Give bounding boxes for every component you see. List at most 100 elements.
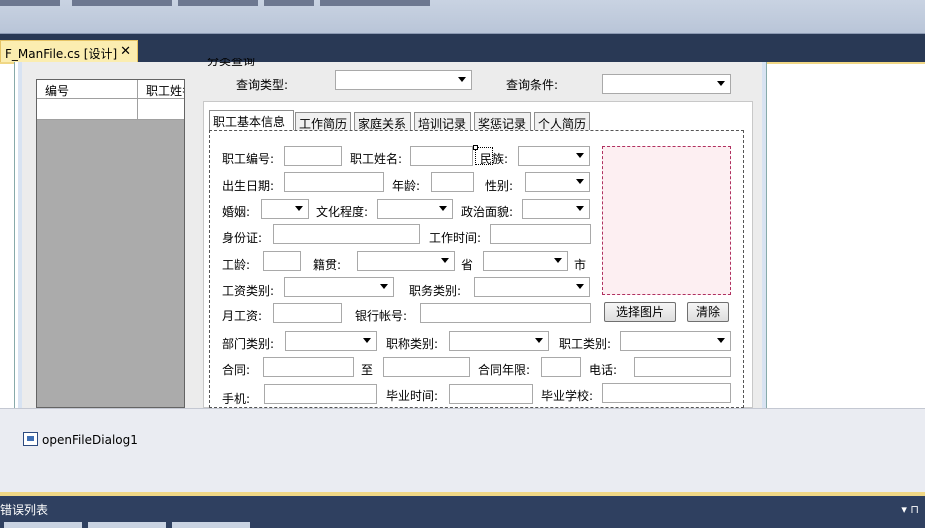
seniority-input[interactable] — [263, 251, 301, 271]
seniority-label: 工龄: — [222, 258, 251, 272]
contract-years-label: 合同年限: — [478, 363, 531, 377]
contract-start-input[interactable] — [263, 357, 354, 377]
grad-time-input[interactable] — [449, 384, 533, 404]
dept-label: 部门类别: — [222, 337, 275, 351]
pin-icon[interactable]: ▾ ⊓ — [901, 503, 919, 516]
document-tab-band — [0, 34, 925, 62]
emp-no-input[interactable] — [284, 146, 342, 166]
grid-header-name[interactable]: 职工姓名 — [138, 80, 184, 99]
contract-years-input[interactable] — [541, 357, 581, 377]
age-input[interactable] — [431, 172, 474, 192]
select-picture-button[interactable]: 选择图片 — [604, 302, 676, 322]
query-type-label: 查询类型: — [236, 78, 289, 92]
grid-header-id[interactable]: 编号 — [37, 80, 138, 99]
emp-no-label: 职工编号: — [222, 152, 275, 166]
phone-label: 电话: — [589, 363, 618, 377]
chevron-down-icon — [717, 81, 725, 86]
chevron-down-icon — [363, 338, 371, 343]
resize-handle[interactable] — [473, 145, 478, 150]
tab-work-history[interactable]: 工作简历 — [295, 112, 351, 131]
chevron-down-icon — [717, 338, 725, 343]
native-select[interactable] — [357, 251, 455, 271]
document-tab-title: F_ManFile.cs [设计] — [5, 47, 118, 61]
duty-type-select[interactable] — [474, 277, 590, 297]
close-icon[interactable]: ✕ — [120, 44, 131, 59]
toolbar-strip[interactable] — [178, 0, 258, 6]
toolbar-strip[interactable] — [72, 0, 172, 6]
education-label: 文化程度: — [316, 205, 369, 219]
mobile-label: 手机: — [222, 392, 251, 406]
nation-select[interactable] — [518, 146, 590, 166]
city-label: 市 — [574, 258, 587, 272]
grid-cell[interactable] — [37, 99, 138, 120]
warning-tab[interactable] — [88, 522, 166, 528]
toolbar-strip[interactable] — [0, 0, 60, 6]
chevron-down-icon — [441, 258, 449, 263]
chevron-down-icon — [295, 206, 303, 211]
wage-type-select[interactable] — [284, 277, 394, 297]
clear-button[interactable]: 清除 — [687, 302, 729, 322]
grad-time-label: 毕业时间: — [386, 389, 439, 403]
idcard-label: 身份证: — [222, 231, 263, 245]
ide-toolbar — [0, 0, 925, 34]
chevron-down-icon — [439, 206, 447, 211]
politics-select[interactable] — [522, 199, 590, 219]
emp-type-select[interactable] — [620, 331, 731, 351]
salary-input[interactable] — [273, 303, 342, 323]
duty-type-label: 职务类别: — [409, 284, 462, 298]
tab-family[interactable]: 家庭关系 — [354, 112, 411, 131]
phone-input[interactable] — [634, 357, 731, 377]
component-tray — [0, 408, 925, 494]
marriage-select[interactable] — [261, 199, 309, 219]
emp-name-label: 职工姓名: — [350, 152, 403, 166]
title-type-label: 职称类别: — [386, 337, 439, 351]
form-border-right — [762, 62, 766, 408]
error-list-title: 错误列表 — [0, 503, 49, 517]
dept-select[interactable] — [285, 331, 377, 351]
province-label: 省 — [461, 258, 474, 272]
chevron-down-icon — [554, 258, 562, 263]
employee-grid[interactable]: 编号 职工姓名 — [36, 79, 185, 408]
title-type-select[interactable] — [449, 331, 549, 351]
component-name: openFileDialog1 — [42, 433, 138, 447]
toolbar-strip[interactable] — [320, 0, 430, 6]
sex-select[interactable] — [525, 172, 590, 192]
error-tab[interactable] — [4, 522, 82, 528]
province-select[interactable] — [483, 251, 568, 271]
emp-name-input[interactable] — [410, 146, 473, 166]
wage-type-label: 工资类别: — [222, 284, 275, 298]
sex-label: 性别: — [485, 179, 514, 193]
work-time-label: 工作时间: — [429, 231, 482, 245]
tab-rewards[interactable]: 奖惩记录 — [474, 112, 531, 131]
chevron-down-icon — [535, 338, 543, 343]
tab-basic-info[interactable]: 职工基本信息 — [209, 110, 294, 131]
chevron-down-icon — [458, 77, 466, 82]
work-time-input[interactable] — [490, 224, 591, 244]
bank-input[interactable] — [420, 303, 591, 323]
message-tab[interactable] — [172, 522, 250, 528]
grid-cell[interactable] — [138, 99, 184, 120]
marriage-label: 婚姻: — [222, 205, 251, 219]
school-input[interactable] — [602, 383, 731, 403]
contract-label: 合同: — [222, 363, 251, 377]
query-type-select[interactable] — [335, 70, 472, 90]
birth-input[interactable] — [284, 172, 384, 192]
photo-picturebox[interactable] — [602, 146, 731, 295]
mobile-input[interactable] — [264, 384, 377, 404]
tab-training[interactable]: 培训记录 — [414, 112, 471, 131]
salary-label: 月工资: — [222, 309, 263, 323]
toolbar-strip[interactable] — [264, 0, 314, 6]
chevron-down-icon — [576, 179, 584, 184]
age-label: 年龄: — [392, 179, 421, 193]
query-condition-select[interactable] — [602, 74, 731, 94]
emp-type-label: 职工类别: — [559, 337, 612, 351]
contract-end-input[interactable] — [383, 357, 470, 377]
chevron-down-icon — [380, 284, 388, 289]
school-label: 毕业学校: — [541, 389, 594, 403]
birth-label: 出生日期: — [222, 179, 275, 193]
idcard-input[interactable] — [273, 224, 420, 244]
query-group-title: 分类查询 — [207, 58, 256, 66]
education-select[interactable] — [377, 199, 453, 219]
document-tab[interactable]: F_ManFile.cs [设计] ✕ — [0, 40, 138, 63]
tab-resume[interactable]: 个人简历 — [534, 112, 590, 131]
